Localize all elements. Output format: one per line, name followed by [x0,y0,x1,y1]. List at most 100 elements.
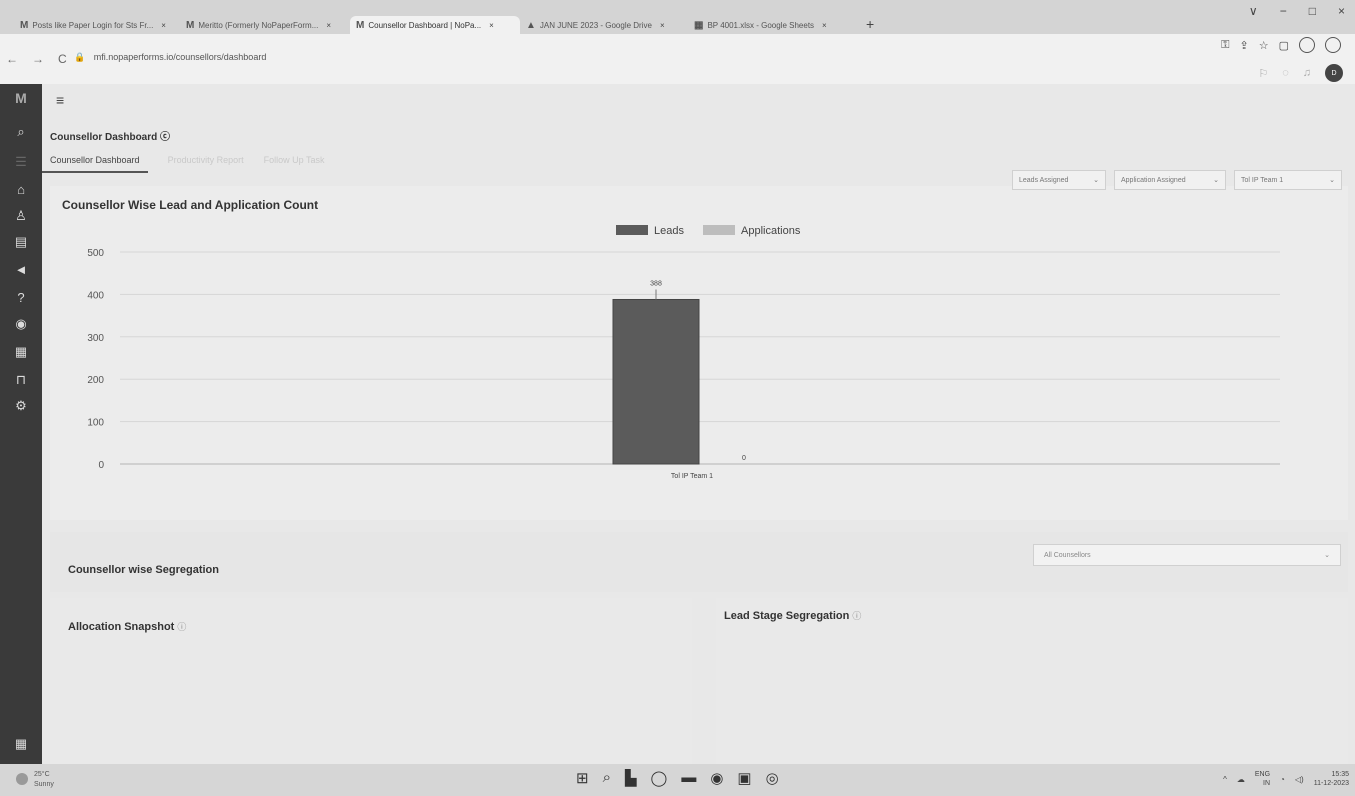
lang-text: ENG [1254,771,1271,778]
weather-temp: 25°C [34,771,50,778]
star-icon[interactable]: ☆ [1259,39,1269,52]
list-icon[interactable]: ☰ [0,154,42,170]
chevron-down-icon: ⌄ [1324,552,1330,559]
browser-tab-5[interactable]: ▦ BP 4001.xlsx - Google Sheets × [688,16,860,34]
tab-search-button[interactable]: ∨ [1249,4,1258,18]
calendar-icon[interactable]: ▦ [0,344,42,360]
tab-label: BP 4001.xlsx - Google Sheets [707,20,815,30]
tab-favicon: M [20,19,29,31]
tab-favicon: ▲ [526,19,536,31]
allocation-snapshot-title: Allocation Snapshot ⓘ [68,620,186,633]
browser-tab-4[interactable]: ▲ JAN JUNE 2023 - Google Drive × [520,16,688,34]
window-controls: ∨ − □ × [1249,4,1345,18]
back-icon[interactable]: ← [6,52,18,66]
legend-label: Leads [654,225,684,237]
forward-icon[interactable]: → [32,52,44,66]
lead-stage-title: Lead Stage Segregation ⓘ [724,609,861,622]
folder-icon[interactable]: ▬ [681,769,696,787]
minimize-button[interactable]: − [1280,4,1287,18]
browser-actions: ⚿ ⇪ ☆ ▢ [1221,37,1341,53]
megaphone-icon[interactable]: ◄ [0,262,42,277]
tab-close-icon[interactable]: × [326,21,331,30]
bar-leads [612,298,700,465]
document-icon[interactable]: ▤ [0,234,42,250]
language-indicator[interactable]: ENG IN [1255,770,1270,788]
y-tick-label: 500 [87,248,104,259]
info-icon[interactable]: ⓘ [852,611,861,621]
allocation-title-text: Allocation Snapshot [68,621,175,633]
app-sidebar: M ⌕ ☰ ⌂ ♙ ▤ ◄ ? ◉ ▦ ⊓ ⚙ ▦ [0,84,42,764]
settings-icon[interactable]: ⚙ [0,398,42,414]
segregation-title: Counsellor wise Segregation [68,564,219,576]
tab-label: Posts like Paper Login for Sts Fr... [32,20,154,30]
time-text: 15:35 [1331,771,1349,778]
wifi-icon[interactable]: ◔ [1280,775,1285,784]
window-close-button[interactable]: × [1338,4,1345,18]
apps-grid-icon[interactable]: ▦ [0,736,42,752]
url-text: mfi.nopaperforms.io/counsellors/dashboar… [93,52,267,62]
start-icon[interactable]: ⊞ [576,769,589,787]
legend-label: Applications [741,225,801,237]
chart-x-axis: Tol IP Team 1 [671,473,713,480]
user-icon[interactable]: ♙ [0,208,42,224]
legend-swatch [616,225,648,235]
y-tick-label: 0 [98,460,104,471]
user-avatar[interactable]: D [1325,64,1343,82]
info-icon[interactable]: ⓘ [177,622,186,632]
store-icon[interactable]: ▣ [737,769,751,787]
brand-logo-icon[interactable]: M [0,90,42,106]
chart-bars: 388 0 [612,280,746,465]
tab-label: Counsellor Dashboard | NoPa... [368,20,482,30]
address-bar[interactable]: 🔒 mfi.nopaperforms.io/counsellors/dashbo… [74,52,266,63]
lead-stage-title-text: Lead Stage Segregation [724,610,850,622]
sidepanel-icon[interactable]: ▢ [1279,39,1289,52]
tab-label: Meritto (Formerly NoPaperForm... [198,20,319,30]
key-icon[interactable]: ⚿ [1221,39,1229,52]
file-explorer-icon[interactable]: ▙ [625,769,637,787]
weather-widget[interactable]: 25°C Sunny [34,770,54,790]
chart-gridlines [120,251,1280,465]
reload-icon[interactable]: C [58,52,67,66]
lock-icon[interactable]: ⊓ [0,372,42,388]
search-icon[interactable]: ⌕ [0,124,42,140]
help-icon[interactable]: ? [0,290,42,305]
legend-swatch [703,225,735,235]
counsellor-select[interactable]: All Counsellors ⌄ [1033,544,1341,566]
date-text: 11-12-2023 [1313,780,1349,787]
flag-icon[interactable]: ⚐ [1258,67,1268,80]
region-text: IN [1263,780,1271,787]
browser-tab-3[interactable]: M Counsellor Dashboard | NoPa... × [350,16,520,34]
chart-legend: Leads Applications [616,225,801,237]
y-tick-label: 200 [87,375,104,386]
volume-icon[interactable]: ◁) [1295,775,1304,784]
tab-favicon: ▦ [694,19,704,31]
bell-icon[interactable]: ♫ [1303,67,1311,79]
profile-icon[interactable] [1299,37,1315,53]
data-label: 388 [650,280,662,287]
bank-icon[interactable]: ⌂ [0,182,42,197]
browser-tab-1[interactable]: M Posts like Paper Login for Sts Fr... × [14,16,180,34]
maximize-button[interactable]: □ [1309,4,1316,18]
clock[interactable]: 15:35 11-12-2023 [1314,770,1349,788]
chrome-icon[interactable]: ◉ [710,769,723,787]
tab-close-icon[interactable]: × [822,21,827,30]
browser-icon[interactable]: ◎ [766,769,779,787]
chat-icon[interactable]: ◌ [1282,67,1289,79]
search-icon[interactable]: ⌕ [603,769,611,787]
chat-icon[interactable]: ◯ [651,769,668,787]
nav-buttons: ← → C [6,52,67,66]
chevron-up-icon[interactable]: ^ [1223,775,1227,784]
weather-icon [16,773,28,785]
new-tab-button[interactable]: + [866,16,874,32]
onedrive-icon[interactable]: ☁ [1237,775,1245,784]
menu-kebab-icon[interactable] [1325,37,1341,53]
tab-close-icon[interactable]: × [489,21,494,30]
taskbar-apps: ⊞ ⌕ ▙ ◯ ▬ ◉ ▣ ◎ [576,769,779,787]
tab-close-icon[interactable]: × [161,21,166,30]
browser-tab-2[interactable]: M Meritto (Formerly NoPaperForm... × [180,16,350,34]
main-content: ≡ Counsellor Dashboard ⓒ Counsellor Dash… [42,84,1355,768]
share-icon[interactable]: ⇪ [1240,39,1249,52]
tab-close-icon[interactable]: × [660,21,665,30]
y-tick-label: 400 [87,290,104,301]
currency-icon[interactable]: ◉ [0,316,42,332]
